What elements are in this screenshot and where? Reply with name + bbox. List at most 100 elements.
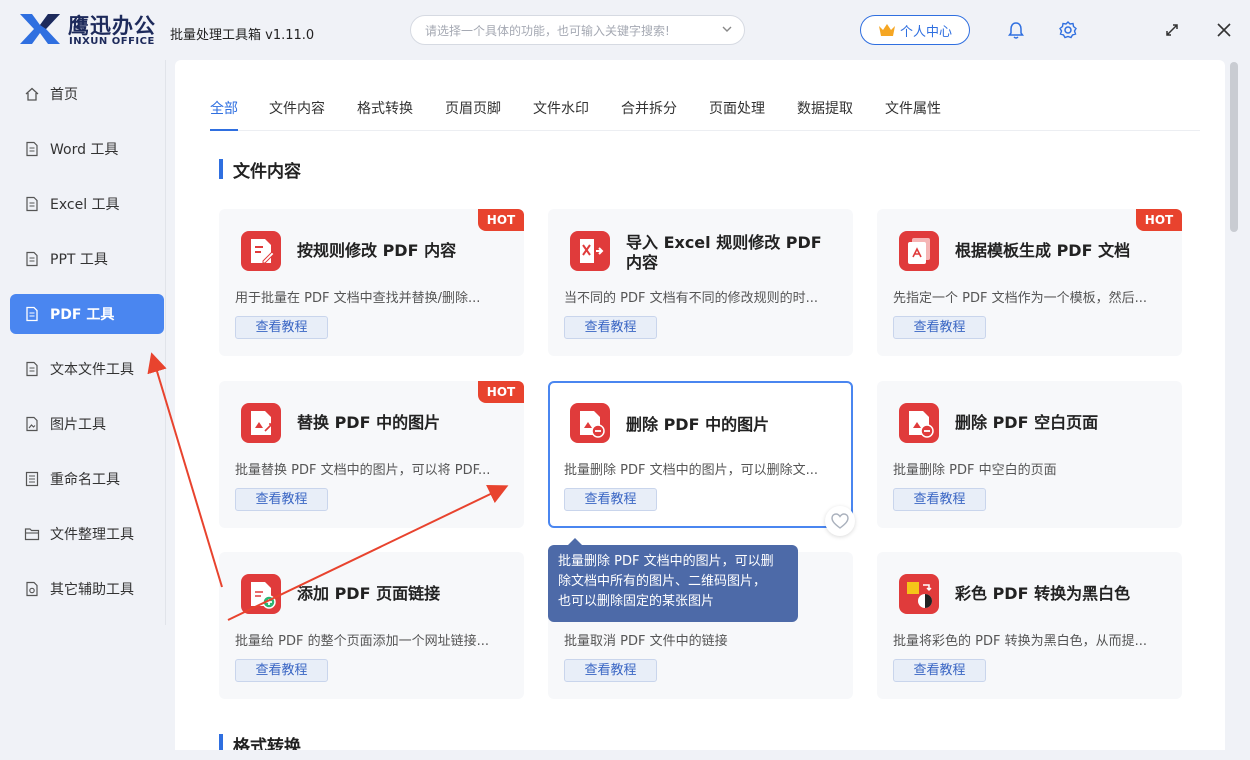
list-file-icon	[25, 471, 39, 487]
image-file-icon	[26, 416, 38, 432]
folder-icon	[24, 528, 40, 541]
sidebar-item-label: 文本文件工具	[50, 362, 134, 378]
gear-icon[interactable]	[1058, 20, 1078, 40]
document-icon	[26, 196, 38, 212]
tool-card[interactable]: 添加 PDF 页面链接 批量给 PDF 的整个页面添加一个网址链接... 查看教…	[219, 552, 524, 699]
document-icon	[26, 361, 38, 377]
card-title: 导入 Excel 规则修改 PDF 内容	[626, 233, 822, 272]
card-title: 删除 PDF 空白页面	[955, 413, 1099, 432]
tab-page-process[interactable]: 页面处理	[709, 98, 765, 118]
tab-data-extract[interactable]: 数据提取	[797, 98, 853, 118]
sidebar-item-label: 文件整理工具	[50, 527, 134, 543]
card-description: 批量删除 PDF 文档中的图片，可以删除文...	[564, 463, 818, 478]
tooltip-line: 除文档中所有的图片、二维码图片，	[558, 574, 767, 589]
hot-badge: HOT	[478, 209, 524, 231]
tools-file-icon	[26, 581, 38, 597]
color-to-bw-icon	[899, 574, 939, 614]
restore-icon[interactable]	[1162, 20, 1182, 40]
sidebar-item-word[interactable]: Word 工具	[10, 129, 164, 169]
card-description: 批量给 PDF 的整个页面添加一个网址链接...	[235, 634, 489, 649]
pdf-replace-icon	[241, 403, 281, 443]
sidebar-item-label: 重命名工具	[50, 472, 120, 488]
sidebar-item-label: 首页	[50, 87, 78, 103]
tool-card[interactable]: 彩色 PDF 转换为黑白色 批量将彩色的 PDF 转换为黑白色，从而提... 查…	[877, 552, 1182, 699]
tool-card[interactable]: 删除 PDF 空白页面 批量删除 PDF 中空白的页面 查看教程	[877, 381, 1182, 528]
title-bar: 鹰迅办公 INXUN OFFICE 批量处理工具箱 v1.11.0 个人中心	[0, 0, 1250, 60]
heart-icon	[831, 513, 849, 529]
sidebar-item-organize[interactable]: 文件整理工具	[10, 514, 164, 554]
card-description: 先指定一个 PDF 文档作为一个模板，然后...	[893, 291, 1147, 306]
document-icon	[26, 141, 38, 157]
section-title-file-content: 文件内容	[219, 157, 301, 182]
sidebar-item-label: PPT 工具	[50, 252, 108, 268]
card-title: 按规则修改 PDF 内容	[297, 241, 457, 260]
user-center-label: 个人中心	[899, 24, 952, 40]
sidebar-item-home[interactable]: 首页	[10, 74, 164, 114]
pdf-add-icon	[241, 574, 281, 614]
view-tutorial-button[interactable]: 查看教程	[893, 488, 986, 511]
tab-file-properties[interactable]: 文件属性	[885, 98, 941, 118]
view-tutorial-button[interactable]: 查看教程	[893, 659, 986, 682]
hot-badge: HOT	[478, 381, 524, 403]
view-tutorial-button[interactable]: 查看教程	[893, 316, 986, 339]
card-title: 添加 PDF 页面链接	[297, 584, 441, 603]
sidebar-item-rename[interactable]: 重命名工具	[10, 459, 164, 499]
sidebar-item-label: 其它辅助工具	[50, 582, 134, 598]
category-tabs: 全部 文件内容 格式转换 页眉页脚 文件水印 合并拆分 页面处理 数据提取 文件…	[210, 96, 1200, 131]
pdf-delete-icon	[570, 403, 610, 443]
card-tooltip: 批量删除 PDF 文档中的图片，可以删 除文档中所有的图片、二维码图片， 也可以…	[548, 538, 798, 622]
card-description: 批量取消 PDF 文件中的链接	[564, 634, 728, 649]
tool-card[interactable]: 按规则修改 PDF 内容 用于批量在 PDF 文档中查找并替换/删除... 查看…	[219, 209, 524, 356]
tool-card[interactable]: 导入 Excel 规则修改 PDF 内容 当不同的 PDF 文档有不同的修改规则…	[548, 209, 853, 356]
tab-watermark[interactable]: 文件水印	[533, 98, 589, 118]
view-tutorial-button[interactable]: 查看教程	[564, 659, 657, 682]
card-description: 批量替换 PDF 文档中的图片，可以将 PDF...	[235, 463, 491, 478]
sidebar: 首页 Word 工具 Excel 工具 PPT 工具 PDF 工具 文本文件工具…	[0, 60, 166, 625]
card-title: 删除 PDF 中的图片	[626, 415, 770, 434]
sidebar-item-image[interactable]: 图片工具	[10, 404, 164, 444]
sidebar-item-label: 图片工具	[50, 417, 106, 433]
tab-header-footer[interactable]: 页眉页脚	[445, 98, 501, 118]
search-box[interactable]	[410, 15, 745, 45]
sidebar-item-pdf[interactable]: PDF 工具	[10, 294, 164, 334]
document-icon	[26, 251, 38, 267]
sidebar-item-text[interactable]: 文本文件工具	[10, 349, 164, 389]
main-panel: 全部 文件内容 格式转换 页眉页脚 文件水印 合并拆分 页面处理 数据提取 文件…	[175, 60, 1225, 750]
user-center-button[interactable]: 个人中心	[860, 15, 970, 45]
favorite-button[interactable]	[825, 506, 855, 536]
tab-merge-split[interactable]: 合并拆分	[621, 98, 677, 118]
sidebar-item-other[interactable]: 其它辅助工具	[10, 569, 164, 609]
view-tutorial-button[interactable]: 查看教程	[235, 488, 328, 511]
sidebar-item-label: Excel 工具	[50, 197, 120, 213]
chevron-down-icon[interactable]	[720, 22, 734, 36]
search-input[interactable]	[423, 21, 707, 41]
tooltip-line: 也可以删除固定的某张图片	[558, 594, 715, 609]
tool-card[interactable]: 替换 PDF 中的图片 批量替换 PDF 文档中的图片，可以将 PDF... 查…	[219, 381, 524, 528]
card-title: 替换 PDF 中的图片	[297, 413, 441, 432]
scrollbar[interactable]	[1228, 60, 1240, 750]
pdf-edit-icon	[241, 231, 281, 271]
view-tutorial-button[interactable]: 查看教程	[235, 659, 328, 682]
view-tutorial-button[interactable]: 查看教程	[564, 316, 657, 339]
bell-icon[interactable]	[1006, 20, 1026, 40]
card-title: 根据模板生成 PDF 文档	[955, 241, 1131, 260]
tool-card[interactable]: 删除 PDF 中的图片 批量删除 PDF 文档中的图片，可以删除文... 查看教…	[548, 381, 853, 528]
view-tutorial-button[interactable]: 查看教程	[235, 316, 328, 339]
card-description: 批量将彩色的 PDF 转换为黑白色，从而提...	[893, 634, 1147, 649]
crown-icon	[878, 24, 895, 36]
card-description: 当不同的 PDF 文档有不同的修改规则的时...	[564, 291, 818, 306]
home-icon	[25, 87, 39, 101]
hot-badge: HOT	[1136, 209, 1182, 231]
tab-format-convert[interactable]: 格式转换	[357, 98, 413, 118]
close-icon[interactable]	[1214, 20, 1234, 40]
scrollbar-thumb[interactable]	[1230, 62, 1238, 232]
sidebar-item-label: PDF 工具	[50, 307, 115, 323]
pdf-template-icon	[899, 231, 939, 271]
sidebar-item-ppt[interactable]: PPT 工具	[10, 239, 164, 279]
tool-card[interactable]: 根据模板生成 PDF 文档 先指定一个 PDF 文档作为一个模板，然后... 查…	[877, 209, 1182, 356]
card-title: 彩色 PDF 转换为黑白色	[955, 584, 1131, 603]
sidebar-item-excel[interactable]: Excel 工具	[10, 184, 164, 224]
tab-all[interactable]: 全部	[210, 98, 238, 131]
view-tutorial-button[interactable]: 查看教程	[564, 488, 657, 511]
tab-file-content[interactable]: 文件内容	[269, 98, 325, 118]
